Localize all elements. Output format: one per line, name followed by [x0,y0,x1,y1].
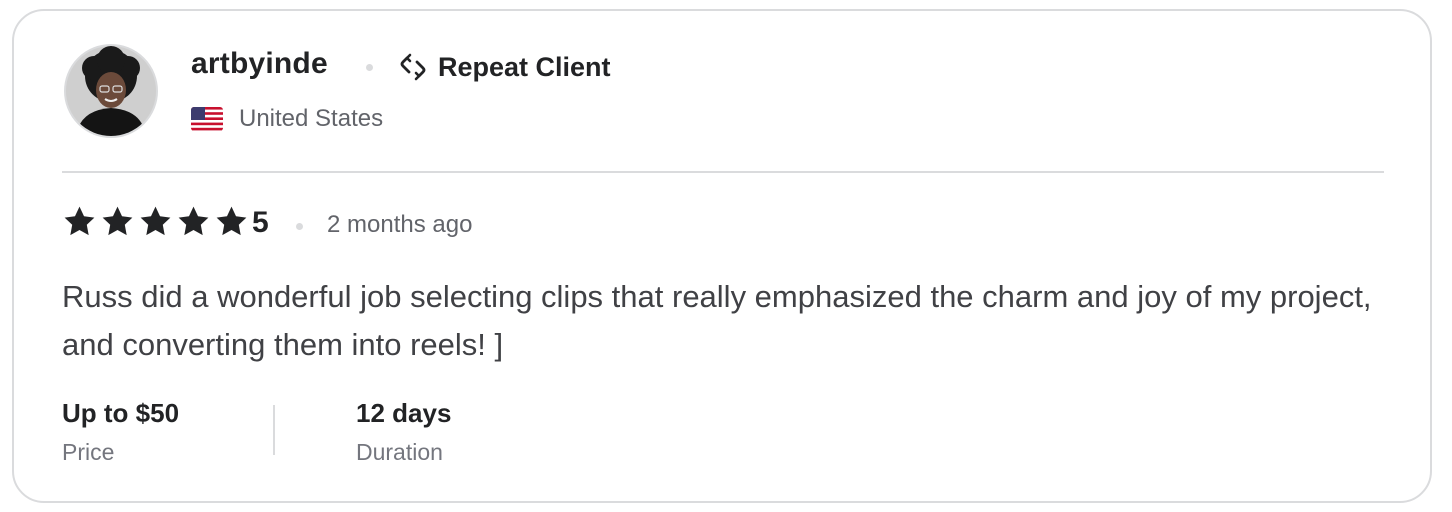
us-flag-icon [191,107,223,131]
separator-dot [296,223,303,230]
star-icon [102,206,133,236]
reviewer-country: United States [239,105,384,132]
star-icon [216,206,247,236]
star-icon [140,206,171,236]
rating-value: 5 [252,206,269,239]
price-label: Price [62,439,115,465]
duration-value: 12 days [356,398,452,428]
star-icon [64,206,95,236]
reviewer-username[interactable]: artbyinde [191,47,328,81]
avatar[interactable] [64,44,158,138]
separator-dot [366,64,373,71]
repeat-icon [400,53,426,81]
duration-label: Duration [356,439,443,465]
avatar-image [66,46,156,136]
repeat-client-badge: Repeat Client [396,51,611,83]
star-icon [178,206,209,236]
star-rating [62,204,249,239]
review-time: 2 months ago [327,211,473,238]
price-value: Up to $50 [62,398,180,428]
repeat-client-label: Repeat Client [438,51,611,82]
section-divider [62,171,1384,173]
meta-divider [273,405,275,455]
review-card: artbyinde Repeat Client United States 5 [12,9,1432,503]
review-text: Russ did a wonderful job selecting clips… [62,279,1372,362]
